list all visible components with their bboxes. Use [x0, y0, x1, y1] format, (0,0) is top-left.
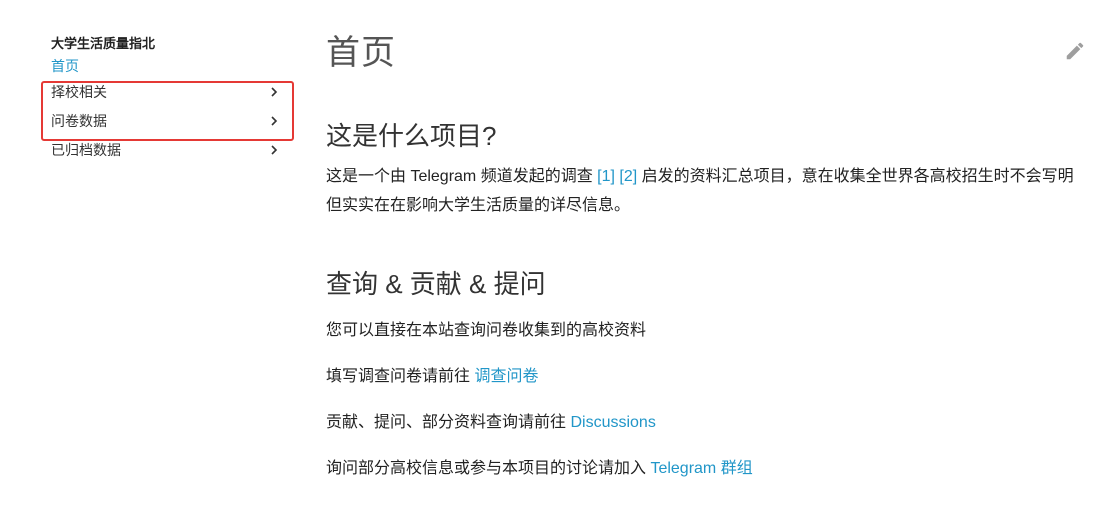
paragraph-text: 贡献、提问、部分资料查询请前往: [326, 414, 571, 431]
sidebar-item-label: 已归档数据: [51, 142, 121, 158]
pencil-icon[interactable]: [1064, 40, 1086, 62]
paragraph-text: 您可以直接在本站查询问卷收集到的高校资料: [326, 322, 647, 339]
main-content: 首页 这是什么项目? 这是一个由 Telegram 频道发起的调查 [1] [2…: [326, 30, 1086, 483]
site-title[interactable]: 大学生活质量指北: [51, 34, 281, 54]
sidebar-item-label: 问卷数据: [51, 113, 107, 129]
reference-link-2[interactable]: [2]: [619, 168, 637, 185]
page: 大学生活质量指北 首页 择校相关 问卷数据 已归档数据 首页 这是什么项目? 这…: [0, 0, 1104, 519]
section-heading: 这是什么项目?: [326, 121, 497, 151]
discussions-link[interactable]: Discussions: [570, 414, 655, 431]
paragraph-text: 这是一个由 Telegram 频道发起的调查: [326, 168, 598, 185]
page-title: 首页: [326, 34, 396, 72]
sidebar: 大学生活质量指北 首页 择校相关 问卷数据 已归档数据: [51, 34, 281, 165]
section-query-contribute: 查询 & 贡献 & 提问 您可以直接在本站查询问卷收集到的高校资料 填写调查问卷…: [326, 266, 1086, 483]
reference-link-1[interactable]: [1]: [597, 168, 615, 185]
survey-link[interactable]: 调查问卷: [474, 368, 538, 385]
chevron-right-icon[interactable]: [267, 107, 281, 136]
section-what-is-project: 这是什么项目? 这是一个由 Telegram 频道发起的调查 [1] [2] 启…: [326, 118, 1086, 220]
telegram-group-link[interactable]: Telegram 群组: [650, 460, 752, 477]
survey-line: 填写调查问卷请前往 调查问卷: [326, 362, 1086, 391]
section-paragraph: 这是一个由 Telegram 频道发起的调查 [1] [2] 启发的资料汇总项目…: [326, 162, 1086, 220]
paragraph-text: 填写调查问卷请前往: [326, 368, 475, 385]
chevron-right-icon[interactable]: [267, 136, 281, 165]
telegram-line: 询问部分高校信息或参与本项目的讨论请加入 Telegram 群组: [326, 454, 1086, 483]
discussions-line: 贡献、提问、部分资料查询请前往 Discussions: [326, 408, 1086, 437]
section-heading: 查询 & 贡献 & 提问: [326, 269, 546, 299]
sidebar-item-school-selection[interactable]: 择校相关: [51, 78, 281, 107]
sidebar-item-label: 择校相关: [51, 84, 107, 100]
sidebar-item-archived-data[interactable]: 已归档数据: [51, 136, 281, 165]
sidebar-item-survey-data[interactable]: 问卷数据: [51, 107, 281, 136]
sidebar-item-home[interactable]: 首页: [51, 54, 281, 78]
chevron-right-icon[interactable]: [267, 78, 281, 107]
paragraph-text: 询问部分高校信息或参与本项目的讨论请加入: [326, 460, 651, 477]
sidebar-item-label: 首页: [51, 58, 79, 74]
